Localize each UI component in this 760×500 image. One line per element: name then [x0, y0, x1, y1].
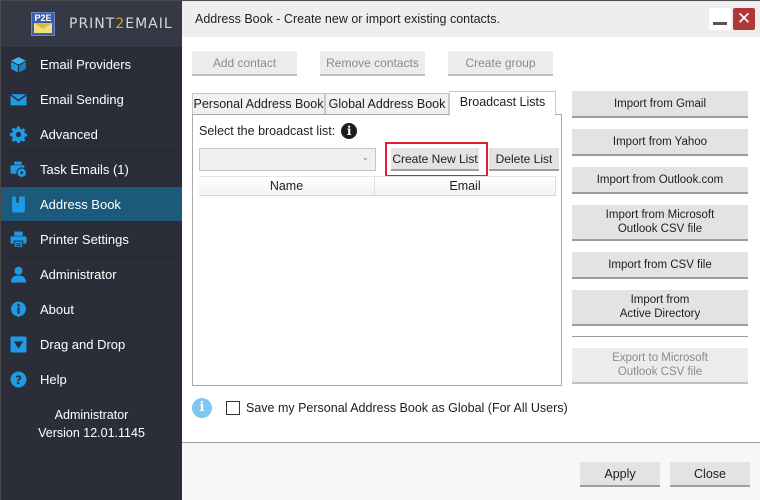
- create-new-list-button[interactable]: Create New List: [391, 148, 479, 171]
- address-book-icon: [9, 195, 27, 213]
- printer-icon: [9, 230, 27, 248]
- sidebar-item-help[interactable]: ? Help: [1, 362, 182, 397]
- close-button[interactable]: Close: [670, 462, 750, 487]
- sidebar-item-task-emails[interactable]: Task Emails (1): [1, 152, 182, 187]
- import-csv-button[interactable]: Import from CSV file: [572, 252, 748, 279]
- sidebar-item-label: Advanced: [40, 126, 98, 142]
- info-icon[interactable]: i: [192, 398, 212, 418]
- tab-global-address-book[interactable]: Global Address Book: [325, 93, 449, 115]
- brand-header: P2E PRINT2EMAIL: [1, 1, 182, 47]
- address-book-tabs: Personal Address Book Global Address Boo…: [192, 91, 562, 116]
- broadcast-list-select[interactable]: ⌄: [199, 148, 376, 171]
- delete-list-button[interactable]: Delete List: [489, 148, 559, 171]
- add-contact-button[interactable]: Add contact: [192, 51, 297, 76]
- sidebar-item-label: Printer Settings: [40, 231, 129, 247]
- sidebar-item-email-sending[interactable]: Email Sending: [1, 82, 182, 117]
- sidebar-item-label: Help: [40, 371, 67, 387]
- contacts-grid-header: Name Email: [199, 176, 556, 196]
- help-icon: ?: [9, 370, 27, 388]
- brand-name: PRINT2EMAIL: [69, 16, 173, 32]
- sidebar-item-label: Task Emails (1): [40, 161, 129, 177]
- sidebar-item-administrator[interactable]: Administrator: [1, 257, 182, 292]
- sidebar-item-label: Email Providers: [40, 56, 132, 72]
- panel-title: Address Book - Create new or import exis…: [195, 12, 500, 26]
- sidebar-item-about[interactable]: About: [1, 292, 182, 327]
- envelope-icon: [9, 90, 27, 108]
- printer-clock-icon: [9, 160, 27, 178]
- app-window: P2E PRINT2EMAIL Email Providers Email Se…: [0, 0, 760, 500]
- svg-text:?: ?: [15, 372, 22, 386]
- save-global-label[interactable]: Save my Personal Address Book as Global …: [246, 401, 568, 415]
- import-outlook-com-button[interactable]: Import from Outlook.com: [572, 167, 748, 194]
- drop-down-icon: [9, 335, 27, 353]
- sidebar-footer: Administrator Version 12.01.1145: [1, 397, 182, 442]
- column-header-name[interactable]: Name: [199, 177, 375, 195]
- sidebar-item-label: About: [40, 301, 74, 317]
- sidebar-item-label: Administrator: [40, 266, 117, 282]
- info-icon[interactable]: i: [341, 123, 358, 139]
- save-global-checkbox[interactable]: [226, 401, 240, 415]
- sidebar-item-address-book[interactable]: Address Book: [1, 187, 182, 222]
- address-book-panel: Address Book - Create new or import exis…: [182, 1, 760, 500]
- create-group-button[interactable]: Create group: [448, 51, 553, 76]
- save-global-option: i Save my Personal Address Book as Globa…: [192, 398, 568, 418]
- tab-broadcast-lists[interactable]: Broadcast Lists: [449, 91, 556, 116]
- close-window-button[interactable]: ✕: [733, 8, 755, 30]
- apply-button[interactable]: Apply: [580, 462, 660, 487]
- import-active-directory-button[interactable]: Import from Active Directory: [572, 290, 748, 326]
- export-outlook-csv-button[interactable]: Export to Microsoft Outlook CSV file: [572, 348, 748, 384]
- user-icon: [9, 265, 27, 283]
- divider: [572, 336, 748, 337]
- chevron-down-icon: ⌄: [361, 152, 369, 162]
- sidebar-item-printer-settings[interactable]: Printer Settings: [1, 222, 182, 257]
- sidebar-item-label: Address Book: [40, 196, 121, 212]
- sidebar-item-drag-and-drop[interactable]: Drag and Drop: [1, 327, 182, 362]
- info-icon: [9, 300, 27, 318]
- sidebar: P2E PRINT2EMAIL Email Providers Email Se…: [1, 1, 182, 500]
- sidebar-item-email-providers[interactable]: Email Providers: [1, 47, 182, 82]
- column-header-email[interactable]: Email: [375, 177, 556, 195]
- broadcast-lists-panel: Select the broadcast list: i ⌄ Create Ne…: [192, 114, 562, 386]
- sidebar-item-advanced[interactable]: Advanced: [1, 117, 182, 152]
- tab-personal-address-book[interactable]: Personal Address Book: [192, 93, 325, 115]
- current-user: Administrator: [54, 408, 129, 422]
- cube-icon: [9, 55, 27, 73]
- remove-contacts-button[interactable]: Remove contacts: [320, 51, 425, 76]
- minimize-button[interactable]: [709, 8, 731, 30]
- gear-icon: [9, 125, 27, 143]
- p2e-logo-icon: P2E: [31, 12, 55, 36]
- import-yahoo-button[interactable]: Import from Yahoo: [572, 129, 748, 156]
- sidebar-item-label: Drag and Drop: [40, 336, 126, 352]
- import-gmail-button[interactable]: Import from Gmail: [572, 91, 748, 118]
- title-bar: Address Book - Create new or import exis…: [182, 1, 760, 37]
- sidebar-item-label: Email Sending: [40, 91, 124, 107]
- import-outlook-csv-button[interactable]: Import from Microsoft Outlook CSV file: [572, 205, 748, 241]
- select-broadcast-label: Select the broadcast list:: [199, 124, 336, 138]
- version-label: Version 12.01.1145: [38, 426, 145, 440]
